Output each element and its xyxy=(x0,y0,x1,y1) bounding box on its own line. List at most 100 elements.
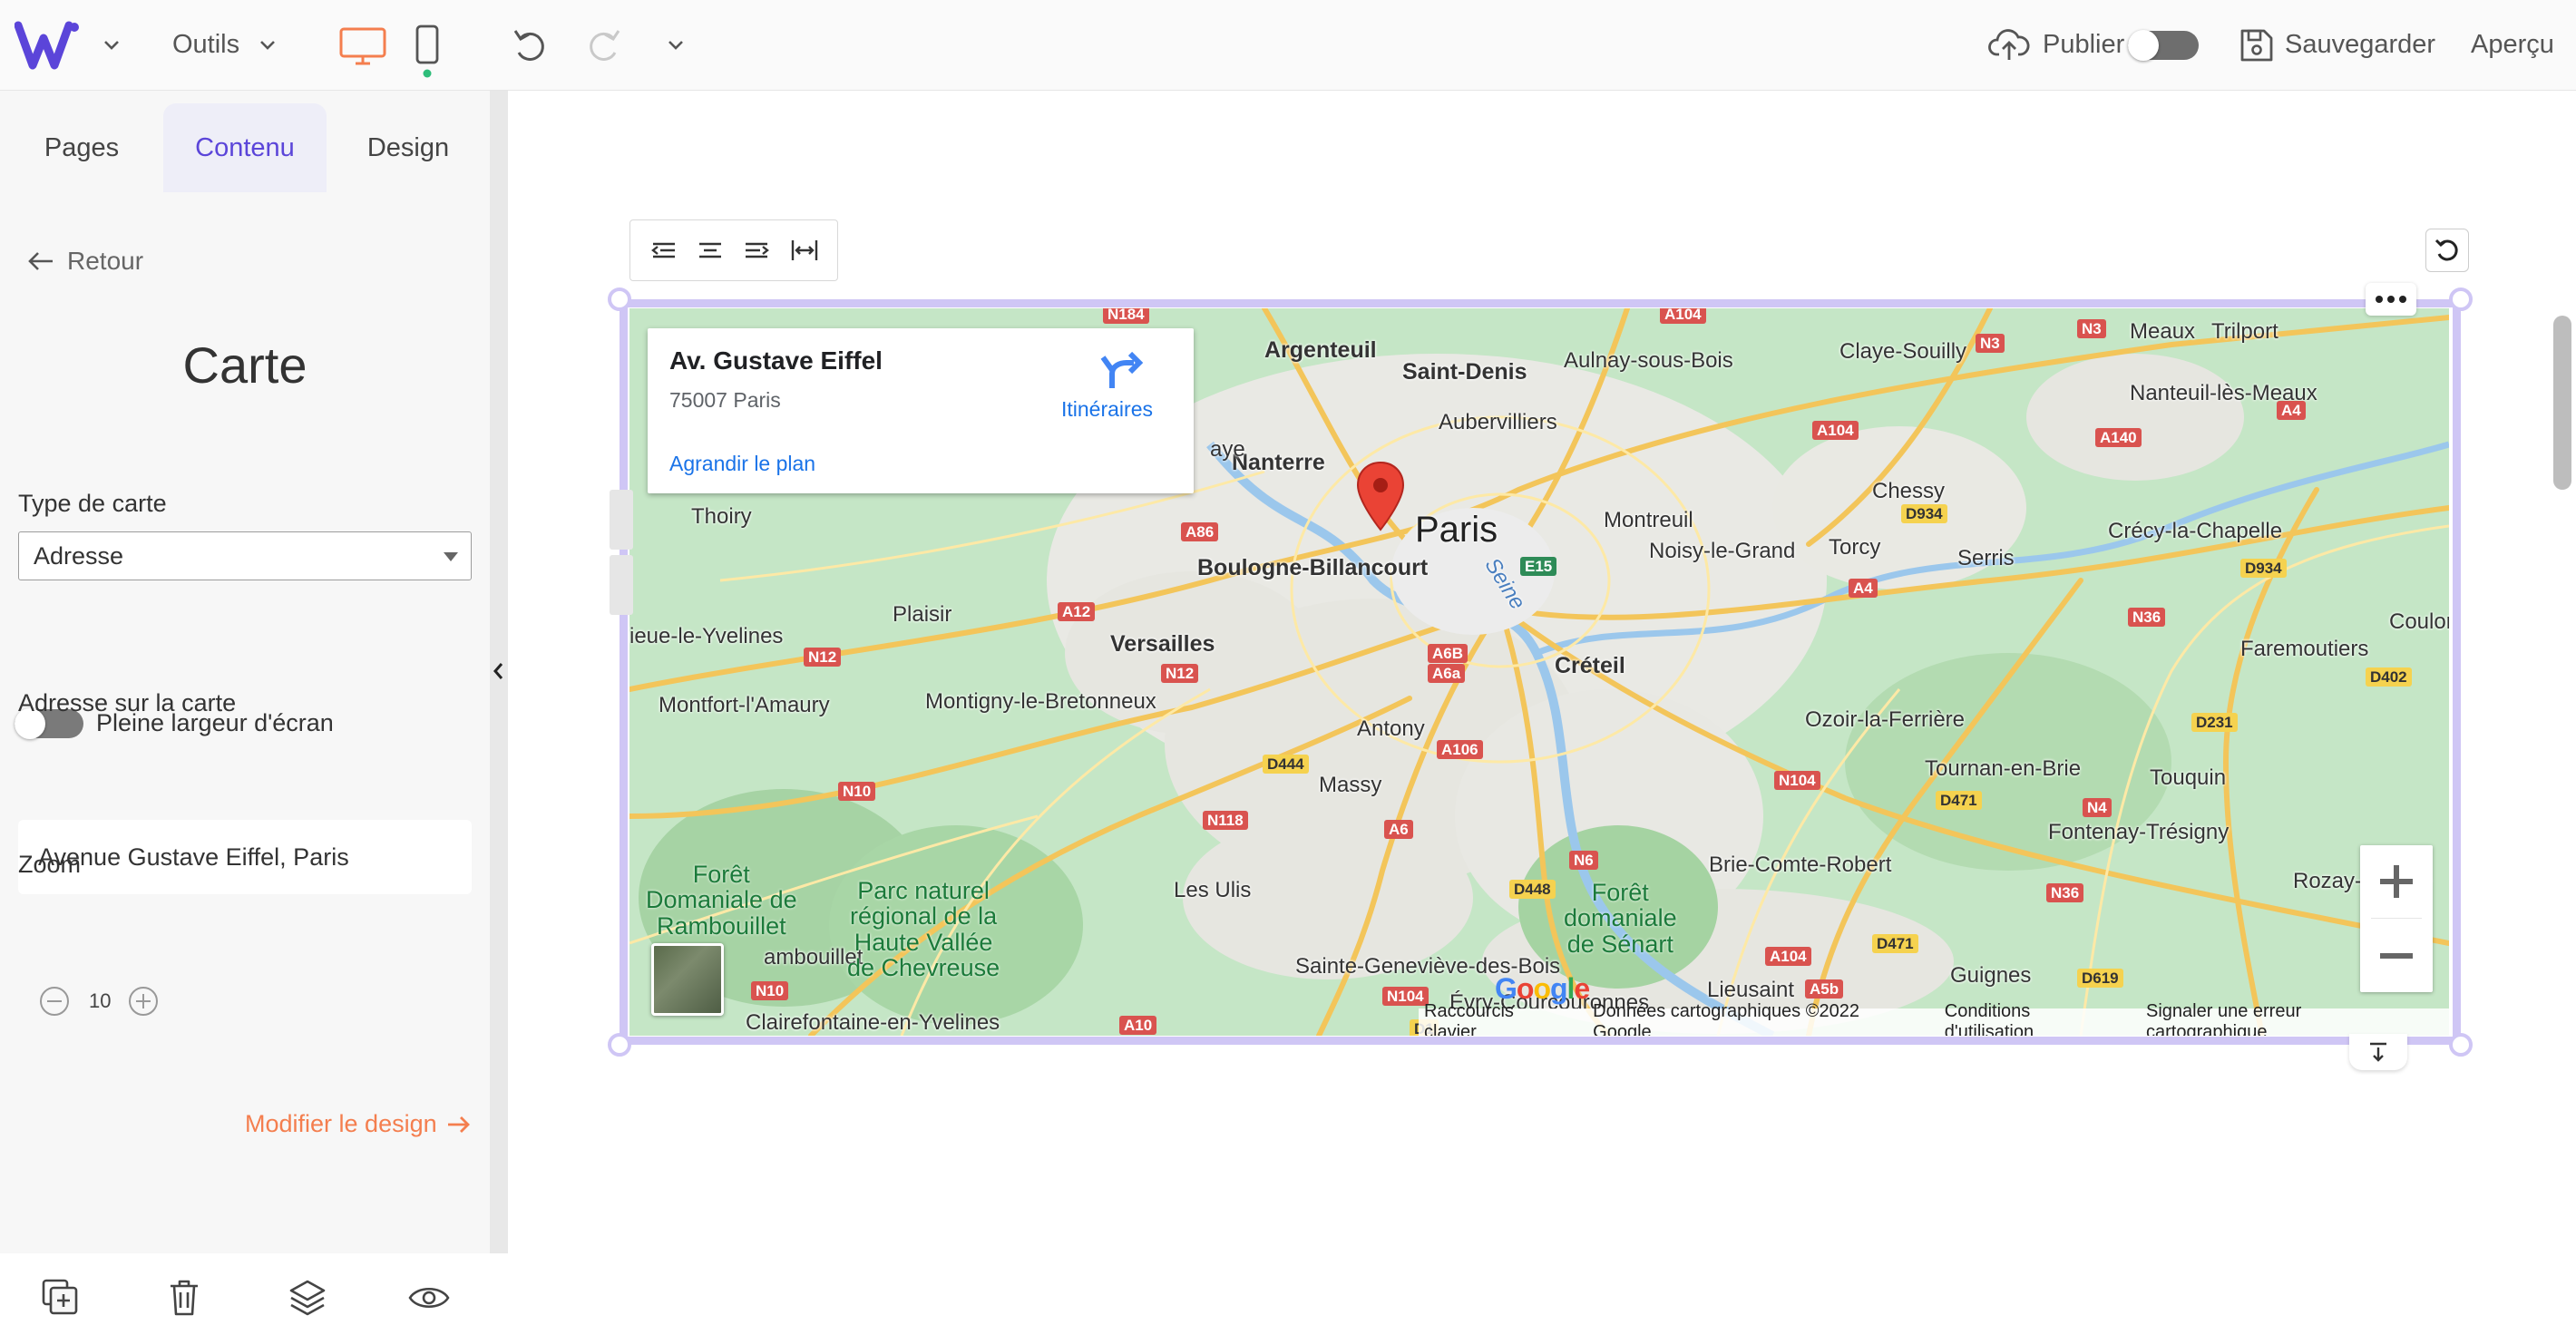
road-shield: A6 xyxy=(1384,820,1413,839)
map-label-faremoutiers: Faremoutiers xyxy=(2240,637,2369,661)
map-data-credit: Données cartographiques ©2022 Google xyxy=(1593,1001,1859,1036)
zoom-stepper: 10 xyxy=(38,985,160,1018)
eye-icon[interactable] xyxy=(406,1275,452,1320)
tab-pages[interactable]: Pages xyxy=(0,103,163,192)
keyboard-shortcuts-link[interactable]: Raccourcis clavier xyxy=(1424,1001,1571,1036)
directions-icon[interactable] xyxy=(1099,350,1143,390)
zoom-value: 10 xyxy=(89,989,112,1012)
road-shield: D934 xyxy=(1901,504,1947,523)
map-label-thoiry: Thoiry xyxy=(691,504,752,529)
undo-icon[interactable] xyxy=(510,25,550,65)
tab-design[interactable]: Design xyxy=(327,103,490,192)
refresh-icon xyxy=(2435,239,2458,261)
road-shield: A104 xyxy=(1660,308,1706,324)
google-map[interactable]: Paris Argenteuil Saint-Denis Aulnay-sous… xyxy=(629,308,2449,1036)
map-zoom-in-icon[interactable] xyxy=(2360,845,2433,918)
address-label: Adresse sur la carte xyxy=(18,689,237,716)
road-shield: A104 xyxy=(1765,947,1811,966)
resize-handle-bottom-right[interactable] xyxy=(2449,1033,2473,1057)
back-link[interactable]: Retour xyxy=(27,247,143,276)
full-width-icon[interactable] xyxy=(789,235,820,266)
resize-handle-top-right[interactable] xyxy=(2449,287,2473,311)
redo-icon[interactable] xyxy=(584,25,624,65)
zoom-plus-icon[interactable] xyxy=(127,985,160,1018)
modify-design-link[interactable]: Modifier le design xyxy=(245,1110,472,1138)
drag-handle[interactable] xyxy=(610,490,633,550)
map-label-brie: Brie-Comte-Robert xyxy=(1709,852,1892,877)
info-address: 75007 Paris xyxy=(669,388,781,412)
map-label-montfort: Montfort-l'Amaury xyxy=(659,693,830,717)
map-label-torcy: Torcy xyxy=(1829,535,1881,560)
map-label-neauphle: ieue-le-Yvelines xyxy=(629,624,784,648)
satellite-toggle-thumbnail[interactable] xyxy=(651,943,724,1016)
road-shield: D471 xyxy=(1936,791,1982,810)
insert-below-icon xyxy=(2370,1042,2386,1062)
publish-toggle-knob xyxy=(2128,30,2159,61)
road-shield: E15 xyxy=(1520,557,1557,576)
road-shield: N104 xyxy=(1382,987,1429,1006)
reset-block-button[interactable] xyxy=(2425,229,2469,272)
logo-menu-chevron-icon[interactable] xyxy=(100,33,123,56)
road-shield: A5b xyxy=(1805,979,1844,999)
cloud-upload-icon[interactable] xyxy=(1988,25,2030,65)
more-options-icon[interactable] xyxy=(2366,283,2416,316)
align-center-icon[interactable] xyxy=(695,235,726,266)
terms-link[interactable]: Conditions d'utilisation xyxy=(1945,1001,2124,1036)
map-label-paris: Paris xyxy=(1415,510,1498,550)
road-shield: A10 xyxy=(1119,1016,1157,1035)
canvas-scrollbar-thumb[interactable] xyxy=(2553,316,2571,490)
history-chevron-icon[interactable] xyxy=(664,33,688,56)
save-icon[interactable] xyxy=(2237,25,2275,65)
duplicate-icon[interactable] xyxy=(38,1275,83,1320)
road-shield: N4 xyxy=(2083,798,2112,817)
road-shield: N118 xyxy=(1203,811,1248,830)
map-zoom-out-icon[interactable] xyxy=(2360,920,2433,992)
site-logo[interactable] xyxy=(15,20,87,71)
tools-menu-label[interactable]: Outils xyxy=(172,32,239,58)
map-label-claye: Claye-Souilly xyxy=(1839,339,1967,364)
map-type-select[interactable]: Adresse xyxy=(18,531,472,580)
road-shield: A6a xyxy=(1428,664,1466,683)
road-shield: D471 xyxy=(1872,934,1918,953)
resize-handle-top-left[interactable] xyxy=(608,287,631,311)
address-input[interactable]: Avenue Gustave Eiffel, Paris xyxy=(18,820,472,894)
map-label-aulnay: Aulnay-sous-Bois xyxy=(1564,348,1733,373)
map-label-crecy: Crécy-la-Chapelle xyxy=(2108,519,2283,543)
directions-link[interactable]: Itinéraires xyxy=(1061,397,1153,422)
road-shield: D231 xyxy=(2191,713,2238,732)
drag-handle[interactable] xyxy=(610,555,633,615)
enlarge-map-link[interactable]: Agrandir le plan xyxy=(669,452,815,476)
tab-content[interactable]: Contenu xyxy=(163,103,327,192)
publish-toggle[interactable] xyxy=(2128,30,2199,61)
map-marker-icon[interactable] xyxy=(1355,461,1406,531)
resize-handle-bottom-left[interactable] xyxy=(608,1033,631,1057)
mobile-view-icon[interactable] xyxy=(412,24,443,80)
align-right-icon[interactable] xyxy=(742,235,773,266)
map-label-massy: Massy xyxy=(1319,773,1382,797)
map-label-boulogne: Boulogne-Billancourt xyxy=(1197,555,1429,580)
road-shield: N12 xyxy=(804,648,842,667)
publish-label[interactable]: Publier xyxy=(2043,32,2124,58)
top-toolbar: Outils Publier Sauvegarder Aperçu xyxy=(0,0,2576,91)
layers-icon[interactable] xyxy=(285,1275,330,1320)
desktop-view-icon[interactable] xyxy=(336,25,390,67)
map-label-serris: Serris xyxy=(1957,546,2015,570)
zoom-minus-icon[interactable] xyxy=(38,985,71,1018)
map-label-forest-senart: Forêt domaniale de Sénart xyxy=(1564,879,1677,958)
report-error-link[interactable]: Signaler une erreur cartographique xyxy=(2146,1001,2427,1036)
align-left-icon[interactable] xyxy=(648,235,678,266)
map-label-aubervilliers: Aubervilliers xyxy=(1439,410,1557,434)
add-section-button[interactable] xyxy=(2349,1034,2407,1070)
tools-chevron-icon[interactable] xyxy=(256,33,279,56)
canvas-scrollbar[interactable] xyxy=(2551,91,2576,1253)
map-label-les-ulis: Les Ulis xyxy=(1174,878,1252,902)
map-label-nanterre: Nanterre xyxy=(1232,450,1325,475)
map-label-saint-denis: Saint-Denis xyxy=(1402,359,1527,385)
map-label-trilport: Trilport xyxy=(2211,319,2278,344)
road-shield: A4 xyxy=(1849,579,1878,598)
trash-icon[interactable] xyxy=(161,1275,207,1320)
preview-label[interactable]: Aperçu xyxy=(2471,32,2554,58)
road-shield: N12 xyxy=(1161,664,1199,683)
save-label[interactable]: Sauvegarder xyxy=(2285,32,2435,58)
collapse-sidebar-icon[interactable] xyxy=(491,660,507,682)
